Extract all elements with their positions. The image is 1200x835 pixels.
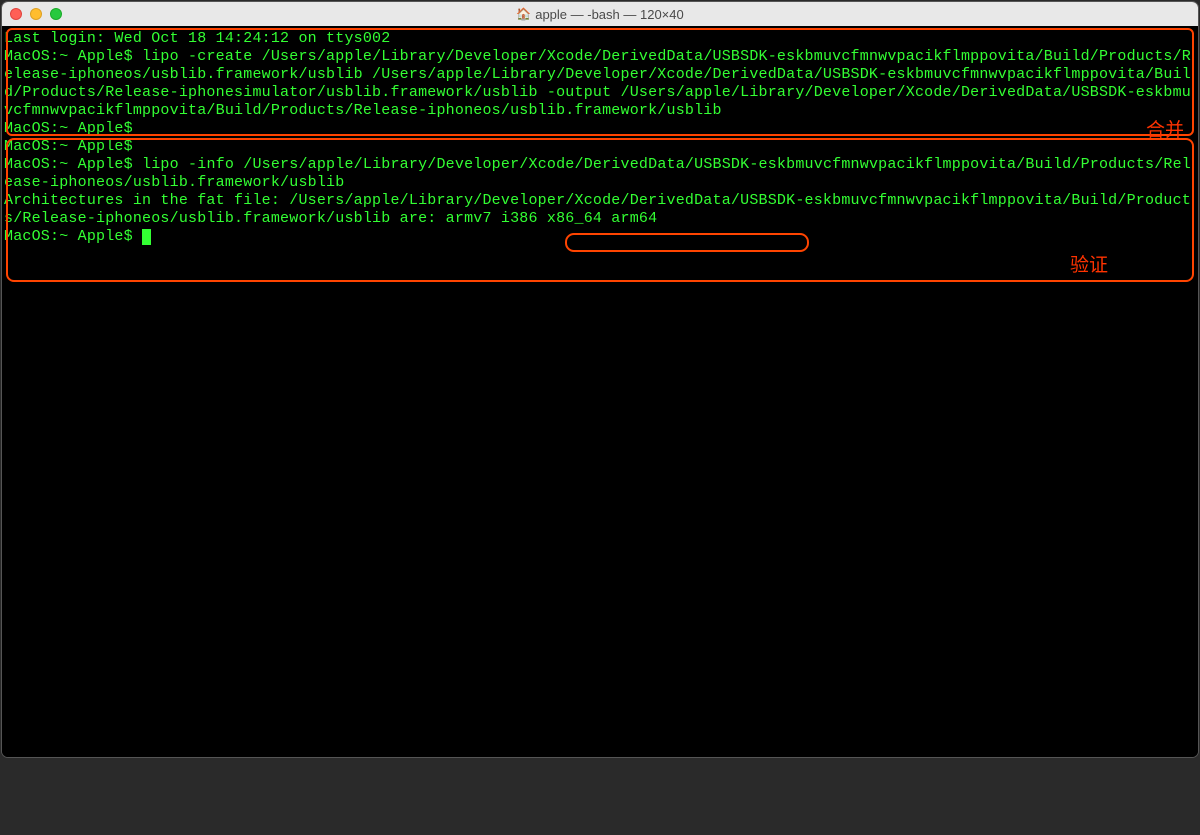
zoom-button[interactable] [50,8,62,20]
window-title-text: apple — -bash — 120×40 [535,7,684,22]
minimize-button[interactable] [30,8,42,20]
login-line: Last login: Wed Oct 18 14:24:12 on ttys0… [4,30,390,47]
prompt: MacOS:~ Apple$ [4,138,142,155]
prompt: MacOS:~ Apple$ [4,120,142,137]
cursor [142,229,151,245]
terminal-window: 🏠 apple — -bash — 120×40 Last login: Wed… [2,2,1198,757]
annotation-label-merge: 合并 [1146,115,1184,142]
prompt: MacOS:~ Apple$ [4,228,142,245]
titlebar[interactable]: 🏠 apple — -bash — 120×40 [2,2,1198,26]
annotation-label-verify: 验证 [1070,250,1108,277]
window-title: 🏠 apple — -bash — 120×40 [516,7,683,22]
terminal-body[interactable]: Last login: Wed Oct 18 14:24:12 on ttys0… [2,26,1198,757]
home-icon: 🏠 [516,7,531,21]
terminal-output: Last login: Wed Oct 18 14:24:12 on ttys0… [4,30,1196,246]
close-button[interactable] [10,8,22,20]
prompt: MacOS:~ Apple$ [4,48,142,65]
lipo-info-command: lipo -info /Users/apple/Library/Develope… [4,156,1191,191]
prompt: MacOS:~ Apple$ [4,156,142,173]
traffic-lights [10,8,62,20]
arch-output-list: armv7 i386 x86_64 arm64 [446,210,658,227]
lipo-create-command: lipo -create /Users/apple/Library/Develo… [4,48,1191,119]
